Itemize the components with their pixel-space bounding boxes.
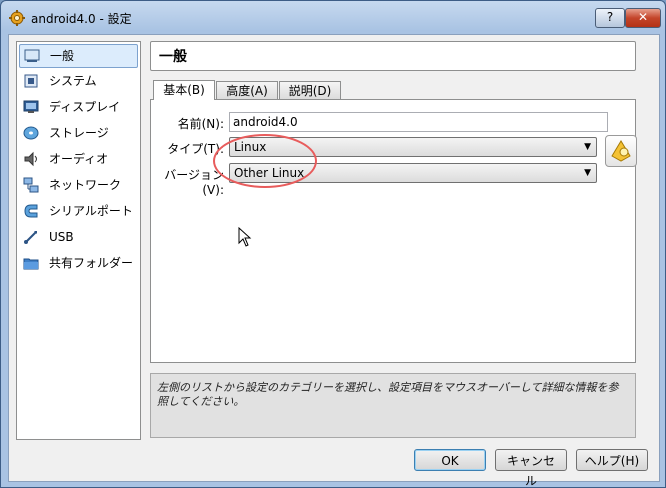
name-label: 名前(N):	[177, 117, 224, 131]
sidebar-item-usb[interactable]: USB	[19, 226, 138, 248]
window-title: android4.0 - 設定	[31, 12, 132, 26]
version-select[interactable]: Other Linux ▼	[229, 163, 597, 183]
mouse-cursor-icon	[238, 227, 252, 247]
dialog-client: 一般 システム ディスプレイ ストレージ オーディオ ネットワーク シリアルポー…	[8, 34, 660, 487]
sidebar-item-system[interactable]: システム	[19, 70, 138, 92]
close-button[interactable]: ✕	[625, 8, 661, 28]
sidebar-item-general[interactable]: 一般	[19, 44, 138, 68]
help-button[interactable]: ヘルプ(H)	[576, 449, 648, 471]
name-input[interactable]	[229, 112, 608, 132]
system-chip-icon	[24, 74, 38, 88]
type-select[interactable]: Linux ▼	[229, 137, 597, 157]
type-selected-value: Linux	[234, 140, 267, 154]
speaker-icon	[24, 151, 37, 167]
cancel-button[interactable]: キャンセル	[495, 449, 567, 487]
category-list: 一般 システム ディスプレイ ストレージ オーディオ ネットワーク シリアルポー…	[16, 41, 141, 440]
tab-advanced[interactable]: 高度(A)	[216, 81, 278, 99]
tab-description[interactable]: 説明(D)	[279, 81, 341, 99]
title-bar: android4.0 - 設定 ? ✕	[1, 1, 665, 35]
gear-icon	[9, 10, 25, 26]
linux-os-icon	[611, 140, 631, 162]
general-icon	[24, 49, 40, 62]
settings-window: android4.0 - 設定 ? ✕ 一般 システム ディスプレイ ストレージ…	[0, 0, 666, 488]
page-title: 一般	[150, 41, 636, 71]
os-type-icon	[605, 135, 637, 167]
chevron-down-icon: ▼	[584, 142, 591, 152]
display-monitor-icon	[23, 100, 39, 113]
description-box: 左側のリストから設定のカテゴリーを選択し、設定項目をマウスオーバーして詳細な情報…	[150, 373, 636, 438]
title-help-button[interactable]: ?	[595, 8, 625, 28]
chevron-down-icon: ▼	[584, 168, 591, 178]
network-icon	[23, 177, 39, 193]
usb-icon	[24, 231, 37, 244]
type-label: タイプ(T):	[167, 142, 224, 156]
sidebar-item-network[interactable]: ネットワーク	[19, 174, 138, 196]
ok-button[interactable]: OK	[414, 449, 486, 471]
sidebar-item-shared-folders[interactable]: 共有フォルダー	[19, 252, 138, 274]
sidebar-item-audio[interactable]: オーディオ	[19, 148, 138, 170]
serial-port-icon	[24, 204, 38, 218]
sidebar-item-serial-port[interactable]: シリアルポート	[19, 200, 138, 222]
storage-disk-icon	[23, 126, 39, 140]
version-selected-value: Other Linux	[234, 166, 305, 180]
sidebar-item-storage[interactable]: ストレージ	[19, 122, 138, 144]
sidebar-item-display[interactable]: ディスプレイ	[19, 96, 138, 118]
settings-content: 一般 基本(B) 高度(A) 説明(D) 名前(N): タイプ(T): Linu…	[150, 41, 637, 363]
tab-basic[interactable]: 基本(B)	[153, 80, 215, 100]
folder-icon	[23, 258, 39, 270]
version-label: バージョン(V):	[164, 168, 224, 197]
